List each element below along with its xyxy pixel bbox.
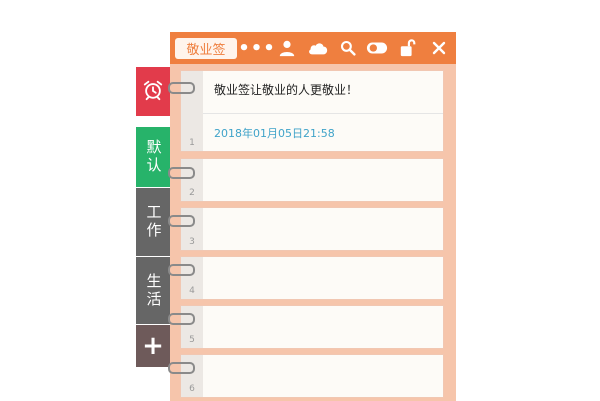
note-card-5[interactable]: 5 (180, 305, 444, 349)
note-number: 6 (189, 384, 195, 394)
user-icon[interactable] (276, 38, 298, 58)
note-card-4[interactable]: 4 (180, 256, 444, 300)
plus-icon: + (142, 331, 164, 361)
tab-life-label: 生活 (144, 272, 163, 309)
note-number: 3 (189, 237, 195, 247)
unlock-icon[interactable] (397, 38, 419, 58)
tab-default[interactable]: 默认 (136, 127, 170, 187)
tab-work-label: 工作 (144, 204, 163, 240)
note-number: 4 (189, 286, 195, 296)
alarm-clock-icon (142, 79, 164, 105)
add-category-button[interactable]: + (136, 325, 170, 367)
tab-alarm[interactable] (136, 67, 170, 116)
close-icon[interactable] (428, 38, 450, 58)
note-date: 2018年01月05日21:58 (214, 127, 335, 140)
tab-life[interactable]: 生活 (136, 257, 170, 324)
binder-ring-icon (168, 264, 195, 276)
binder-ring-icon (168, 82, 195, 94)
note-number: 2 (189, 188, 195, 198)
note-text[interactable]: 敬业签让敬业的人更敬业！ (214, 81, 358, 98)
app-title-button[interactable]: 敬业签 (175, 38, 237, 59)
note-divider (203, 113, 443, 114)
tab-default-label: 默认 (144, 139, 163, 175)
more-icon[interactable]: ••• (238, 38, 275, 59)
cloud-icon[interactable] (307, 38, 329, 58)
binder-ring-icon (168, 215, 195, 227)
notes-panel: 敬业签 ••• 敬业签让敬业的人更敬业！ 2018年01月05日21:58 1 … (170, 32, 456, 401)
note-card-2[interactable]: 2 (180, 158, 444, 202)
toggle-icon[interactable] (366, 38, 388, 58)
note-number: 5 (189, 335, 195, 345)
binder-ring-icon (168, 362, 195, 374)
search-icon[interactable] (337, 38, 359, 58)
binder-ring-icon (168, 313, 195, 325)
note-card-1[interactable]: 敬业签让敬业的人更敬业！ 2018年01月05日21:58 1 (180, 70, 444, 152)
note-number: 1 (189, 138, 195, 148)
note-card-3[interactable]: 3 (180, 207, 444, 251)
binder-ring-icon (168, 167, 195, 179)
note-card-6[interactable]: 6 (180, 354, 444, 398)
header-bar: 敬业签 ••• (170, 32, 456, 64)
tab-work[interactable]: 工作 (136, 188, 170, 256)
